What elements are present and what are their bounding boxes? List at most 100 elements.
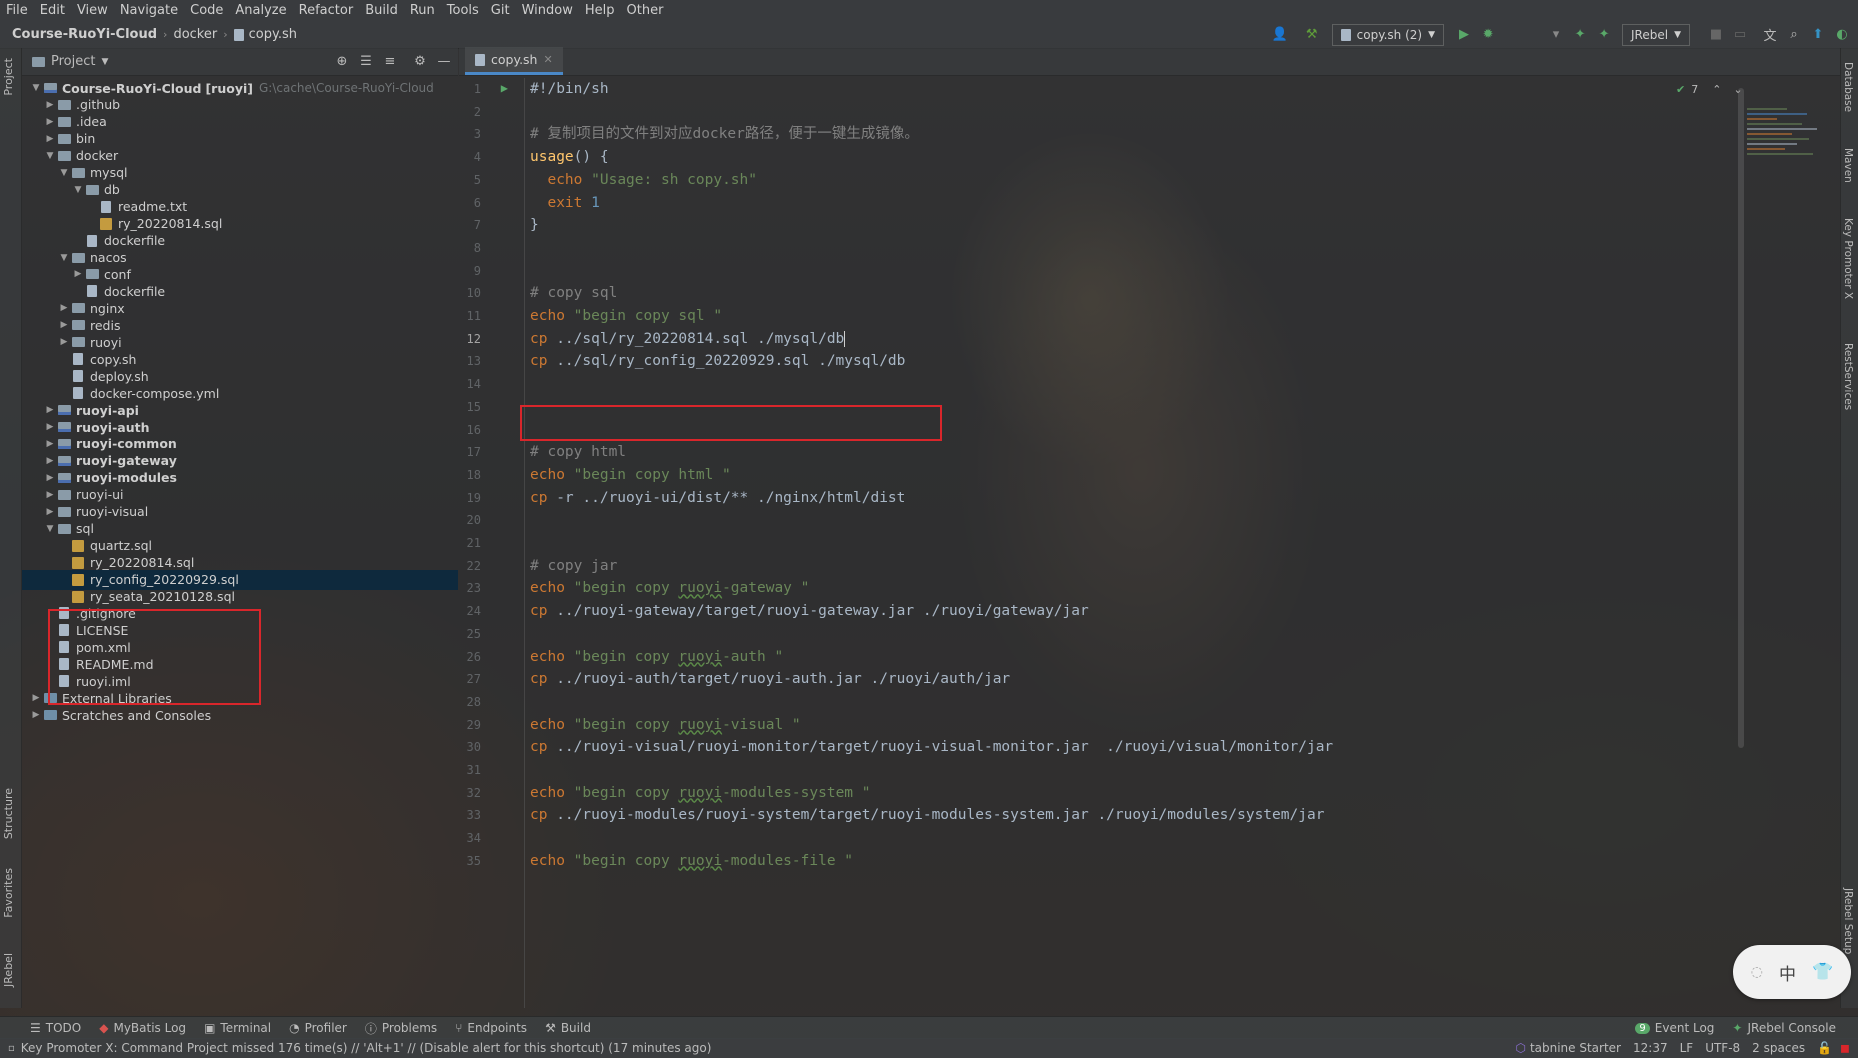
tool-event-log[interactable]: 9 Event Log [1635, 1021, 1714, 1035]
tab-restservices[interactable]: RestServices [1842, 343, 1854, 410]
tool-todo[interactable]: ☰ TODO [30, 1021, 81, 1035]
chevron-down-icon[interactable]: ▼ [44, 524, 56, 534]
chevron-right-icon[interactable]: ▶ [44, 456, 56, 466]
code-line[interactable]: } [530, 214, 539, 236]
menu-refactor[interactable]: Refactor [293, 3, 360, 18]
chevron-down-icon[interactable]: ▼ [30, 83, 42, 93]
menu-tools[interactable]: Tools [441, 3, 485, 18]
menu-analyze[interactable]: Analyze [229, 3, 292, 18]
tool-terminal[interactable]: ▣ Terminal [204, 1021, 271, 1035]
chevron-right-icon[interactable]: ▶ [44, 134, 56, 144]
tab-maven[interactable]: Maven [1842, 148, 1854, 183]
chevron-right-icon[interactable]: ▶ [44, 490, 56, 500]
status-message[interactable]: Key Promoter X: Command Project missed 1… [21, 1041, 712, 1055]
tab-structure[interactable]: Structure [2, 788, 15, 839]
tool-problems[interactable]: ⓘ Problems [365, 1020, 437, 1037]
editor-scrollbar[interactable] [1738, 88, 1744, 748]
chevron-down-icon[interactable]: ▼ [58, 168, 70, 178]
chevron-right-icon[interactable]: ▶ [72, 269, 84, 279]
chevron-right-icon[interactable]: ▶ [44, 507, 56, 517]
menu-edit[interactable]: Edit [34, 3, 71, 18]
file-encoding[interactable]: UTF-8 [1705, 1041, 1740, 1055]
chevron-right-icon[interactable]: ▶ [44, 473, 56, 483]
code-line[interactable]: cp ../ruoyi-visual/ruoyi-monitor/target/… [530, 736, 1333, 758]
update-icon[interactable]: ⬆ [1810, 27, 1826, 43]
status-toggle-icon[interactable]: ▫ [8, 1043, 15, 1054]
code-line[interactable]: cp ../ruoyi-auth/target/ruoyi-auth.jar .… [530, 668, 1010, 690]
minimize-icon[interactable]: — [436, 54, 452, 70]
chevron-down-icon[interactable]: ▼ [58, 253, 70, 263]
build-hammer-icon[interactable]: ⚒ [1304, 27, 1320, 43]
lock-icon[interactable]: 🔓 [1817, 1041, 1832, 1055]
breadcrumb-folder[interactable]: docker [173, 27, 217, 42]
tab-database[interactable]: Database [1842, 62, 1854, 112]
chevron-right-icon[interactable]: ▶ [44, 422, 56, 432]
menu-file[interactable]: File [0, 3, 34, 18]
code-line[interactable]: exit 1 [530, 192, 599, 214]
code-line[interactable]: echo "begin copy html " [530, 464, 731, 486]
menu-run[interactable]: Run [404, 3, 441, 18]
chevron-right-icon[interactable]: ▶ [30, 710, 42, 720]
ime-settings-icon[interactable]: ◌ [1751, 964, 1763, 980]
chevron-down-icon[interactable]: ▼ [72, 185, 84, 195]
tool-profiler[interactable]: ◔ Profiler [289, 1021, 347, 1035]
tool-jrebel-console[interactable]: ✦ JRebel Console [1732, 1021, 1836, 1035]
breadcrumb-project[interactable]: Course-RuoYi-Cloud [12, 27, 157, 42]
ime-language[interactable]: 中 [1779, 960, 1796, 985]
code-line[interactable]: #!/bin/sh [530, 78, 609, 100]
menu-build[interactable]: Build [359, 3, 404, 18]
code-line[interactable]: cp ../ruoyi-gateway/target/ruoyi-gateway… [530, 600, 1089, 622]
tabnine-status[interactable]: tabnine Starter [1530, 1041, 1621, 1055]
chevron-right-icon[interactable]: ▶ [44, 100, 56, 110]
inspection-widget[interactable]: ✔ 7 ⌃ ⌄ [1676, 83, 1743, 96]
debug-icon[interactable]: ✹ [1480, 27, 1496, 43]
project-panel-title[interactable]: Project [51, 54, 95, 69]
tool-endpoints[interactable]: ⑂ Endpoints [455, 1021, 527, 1035]
ime-widget[interactable]: ◌ 中 👕 [1733, 945, 1851, 999]
tab-jrebel[interactable]: JRebel [2, 953, 15, 987]
menu-help[interactable]: Help [579, 3, 621, 18]
locate-icon[interactable]: ⊕ [334, 54, 350, 70]
line-separator[interactable]: LF [1680, 1041, 1694, 1055]
code-line[interactable]: cp ../ruoyi-modules/ruoyi-system/target/… [530, 804, 1324, 826]
chevron-right-icon[interactable]: ▶ [44, 439, 56, 449]
code-line[interactable]: echo "begin copy ruoyi-gateway " [530, 577, 809, 599]
jrebel-debug-icon[interactable]: ✦ [1596, 27, 1612, 43]
chevron-right-icon[interactable]: ▶ [30, 693, 42, 703]
translate-icon[interactable]: 文 [1762, 27, 1778, 44]
chevron-up-icon[interactable]: ⌃ [1712, 83, 1721, 96]
stop-icon[interactable]: ■ [1708, 27, 1724, 43]
tab-favorites[interactable]: Favorites [2, 868, 15, 918]
chevron-right-icon[interactable]: ▶ [44, 117, 56, 127]
tab-key-promoter[interactable]: Key Promoter X [1842, 218, 1854, 299]
indent-setting[interactable]: 2 spaces [1752, 1041, 1805, 1055]
jrebel-run-icon[interactable]: ✦ [1572, 27, 1588, 43]
menu-other[interactable]: Other [621, 3, 670, 18]
menu-window[interactable]: Window [516, 3, 579, 18]
menu-navigate[interactable]: Navigate [114, 3, 184, 18]
search-icon[interactable]: ⌕ [1786, 27, 1802, 43]
notification-icon[interactable]: ◼ [1840, 1041, 1850, 1055]
gear-icon[interactable]: ⚙ [412, 54, 428, 70]
menu-code[interactable]: Code [184, 3, 229, 18]
tree-item[interactable]: ▶ Scratches and Consoles [22, 705, 458, 725]
code-line[interactable]: echo "begin copy ruoyi-visual " [530, 714, 801, 736]
breadcrumb-file[interactable]: copy.sh [233, 27, 297, 42]
code-line[interactable]: cp -r ../ruoyi-ui/dist/** ./nginx/html/d… [530, 487, 905, 509]
plugin-icon[interactable]: ◐ [1834, 27, 1850, 43]
chevron-right-icon[interactable]: ▶ [58, 320, 70, 330]
close-icon[interactable]: ✕ [543, 53, 552, 66]
menu-git[interactable]: Git [485, 3, 516, 18]
tab-jrebel-setup[interactable]: JRebel Setup [1842, 888, 1854, 954]
code-line[interactable]: # copy sql [530, 282, 617, 304]
code-line[interactable]: cp ../sql/ry_20220814.sql ./mysql/db [530, 328, 846, 350]
tool-mybatis-log[interactable]: ◆ MyBatis Log [99, 1021, 186, 1035]
code-editor[interactable]: #!/bin/sh # 复制项目的文件到对应docker路径，便于一键生成镜像。 u… [530, 78, 1740, 1008]
code-line[interactable]: echo "Usage: sh copy.sh" [530, 169, 757, 191]
layout-icon[interactable]: ▭ [1732, 27, 1748, 43]
collapse-all-icon[interactable]: ≡ [382, 54, 398, 70]
editor-tab-copy-sh[interactable]: copy.sh ✕ [465, 47, 563, 75]
code-line[interactable]: cp ../sql/ry_config_20220929.sql ./mysql… [530, 350, 905, 372]
run-gutter-icon[interactable]: ▶ [494, 81, 508, 95]
code-line[interactable]: echo "begin copy sql " [530, 305, 722, 327]
